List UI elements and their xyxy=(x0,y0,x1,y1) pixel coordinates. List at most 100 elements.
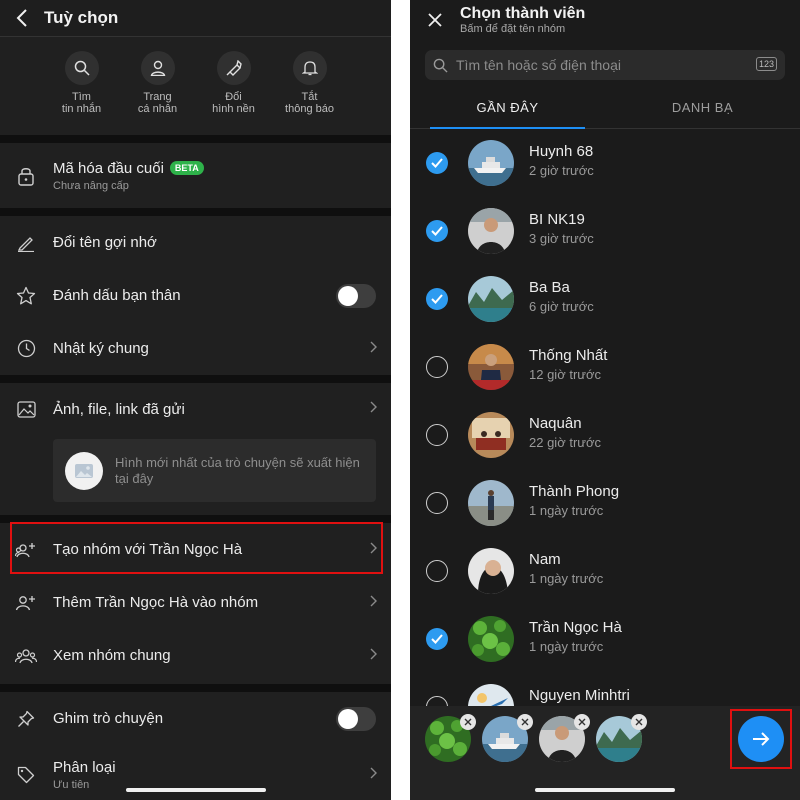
contact-name: Thành Phong xyxy=(529,483,620,500)
checkbox-checked[interactable] xyxy=(426,152,448,174)
remove-member-button[interactable] xyxy=(460,714,476,730)
chevron-right-icon xyxy=(370,766,377,784)
selected-member[interactable] xyxy=(539,714,590,762)
avatar xyxy=(468,276,514,322)
close-button[interactable] xyxy=(410,13,460,27)
contact-last-seen: 1 ngày trước xyxy=(529,503,604,518)
checkbox-unchecked[interactable] xyxy=(426,492,448,514)
contact-name: Ba Ba xyxy=(529,279,570,296)
shared-diary-label: Nhật ký chung xyxy=(53,340,149,357)
pencil-icon xyxy=(14,231,38,255)
avatar xyxy=(468,616,514,662)
media-row[interactable]: Ảnh, file, link đã gửi xyxy=(0,383,391,435)
selected-member[interactable] xyxy=(596,714,647,762)
close-icon xyxy=(578,718,586,726)
search-icon xyxy=(433,58,448,73)
category-label: Phân loại xyxy=(53,759,116,776)
chevron-right-icon xyxy=(370,594,377,612)
contact-name: Naquân xyxy=(529,415,582,432)
best-friend-toggle[interactable] xyxy=(336,283,376,308)
select-members-header: Chọn thành viên Bấm để đặt tên nhóm xyxy=(410,0,800,40)
profile-action[interactable]: Trang cá nhân xyxy=(120,51,196,135)
rename-label: Đổi tên gợi nhớ xyxy=(53,234,157,251)
contact-row[interactable]: Naquân 22 giờ trước xyxy=(410,401,800,469)
mute-notifications-action[interactable]: Tắt thông báo xyxy=(272,51,348,135)
home-indicator xyxy=(535,788,675,792)
contact-last-seen: 12 giờ trước xyxy=(529,367,601,382)
encryption-row[interactable]: Mã hóa đầu cuối BETA Chưa nâng cấp xyxy=(0,143,391,208)
member-tabs: GẦN ĐÂY DANH BẠ xyxy=(410,87,800,129)
chevron-right-icon xyxy=(370,647,377,665)
checkbox-checked[interactable] xyxy=(426,288,448,310)
close-icon xyxy=(428,13,442,27)
search-icon xyxy=(64,51,99,85)
checkbox-checked[interactable] xyxy=(426,628,448,650)
bell-icon xyxy=(292,51,327,85)
contact-name: Huynh 68 xyxy=(529,143,594,160)
media-preview-placeholder: Hình mới nhất của trò chuyện sẽ xuất hiệ… xyxy=(53,439,376,502)
shared-diary-row[interactable]: Nhật ký chung xyxy=(0,322,391,375)
quick-action-label: Tắt thông báo xyxy=(285,91,334,115)
remove-member-button[interactable] xyxy=(517,714,533,730)
contact-row[interactable]: Huynh 68 2 giờ trước xyxy=(410,129,800,197)
rename-row[interactable]: Đổi tên gợi nhớ xyxy=(0,216,391,269)
confirm-button-highlight xyxy=(730,709,792,769)
contact-name: Thống Nhất xyxy=(529,347,608,364)
remove-member-button[interactable] xyxy=(631,714,647,730)
contact-row[interactable]: Ba Ba 6 giờ trước xyxy=(410,265,800,333)
group-name-hint[interactable]: Bấm để đặt tên nhóm xyxy=(460,23,585,36)
avatar xyxy=(468,548,514,594)
encryption-status: Chưa nâng cấp xyxy=(53,179,129,192)
search-messages-action[interactable]: Tìm tin nhắn xyxy=(44,51,120,135)
person-icon xyxy=(140,51,175,85)
contact-row[interactable]: Thống Nhất 12 giờ trước xyxy=(410,333,800,401)
numeric-keyboard-button[interactable]: 123 xyxy=(755,57,777,71)
checkbox-unchecked[interactable] xyxy=(426,560,448,582)
tab-contacts[interactable]: DANH BẠ xyxy=(605,87,800,128)
selected-member[interactable] xyxy=(482,714,533,762)
pin-chat-toggle[interactable] xyxy=(336,706,376,731)
conversation-options-panel: Tuỳ chọn Tìm tin nhắn Trang cá nhân Đổi … xyxy=(0,0,391,800)
contact-row[interactable]: BI NK19 3 giờ trước xyxy=(410,197,800,265)
checkbox-unchecked[interactable] xyxy=(426,424,448,446)
contact-row[interactable]: Thành Phong 1 ngày trước xyxy=(410,469,800,537)
options-header: Tuỳ chọn xyxy=(0,0,391,37)
contact-name: BI NK19 xyxy=(529,211,585,228)
contact-row[interactable]: Nam 1 ngày trước xyxy=(410,537,800,605)
media-empty-text: Hình mới nhất của trò chuyện sẽ xuất hiệ… xyxy=(115,454,360,486)
avatar xyxy=(468,140,514,186)
common-groups-row[interactable]: Xem nhóm chung xyxy=(0,629,391,682)
quick-actions: Tìm tin nhắn Trang cá nhân Đổi hình nền … xyxy=(0,37,391,135)
section-divider xyxy=(0,375,391,383)
checkbox-unchecked[interactable] xyxy=(426,356,448,378)
pin-chat-row: Ghim trò chuyện xyxy=(0,692,391,745)
page-title: Tuỳ chọn xyxy=(44,8,119,27)
close-icon xyxy=(464,718,472,726)
check-icon xyxy=(431,294,443,304)
pin-icon xyxy=(14,707,38,731)
change-wallpaper-action[interactable]: Đổi hình nền xyxy=(196,51,272,135)
star-icon xyxy=(14,284,38,308)
back-button[interactable] xyxy=(0,0,44,37)
remove-member-button[interactable] xyxy=(574,714,590,730)
check-icon xyxy=(431,158,443,168)
add-to-group-row[interactable]: Thêm Trần Ngọc Hà vào nhóm xyxy=(0,576,391,629)
contact-name: Trần Ngọc Hà xyxy=(529,619,622,636)
contact-name: Nam xyxy=(529,551,561,568)
contact-last-seen: 1 ngày trước xyxy=(529,571,604,586)
brush-icon xyxy=(216,51,251,85)
section-divider xyxy=(0,208,391,216)
contact-row[interactable]: Nguyen Minhtri xyxy=(410,673,800,710)
contact-row[interactable]: Trần Ngọc Hà 1 ngày trước xyxy=(410,605,800,673)
lock-icon xyxy=(14,164,38,188)
tab-recent[interactable]: GẦN ĐÂY xyxy=(410,87,605,129)
tag-icon xyxy=(14,763,38,787)
quick-action-label: Đổi hình nền xyxy=(212,91,255,115)
avatar xyxy=(468,208,514,254)
encryption-title: Mã hóa đầu cuối xyxy=(53,159,164,177)
selected-member[interactable] xyxy=(425,714,476,762)
checkbox-checked[interactable] xyxy=(426,220,448,242)
photo-placeholder-icon xyxy=(65,451,103,490)
search-input[interactable]: Tìm tên hoặc số điện thoại 123 xyxy=(425,50,785,80)
chevron-left-icon xyxy=(16,9,27,27)
